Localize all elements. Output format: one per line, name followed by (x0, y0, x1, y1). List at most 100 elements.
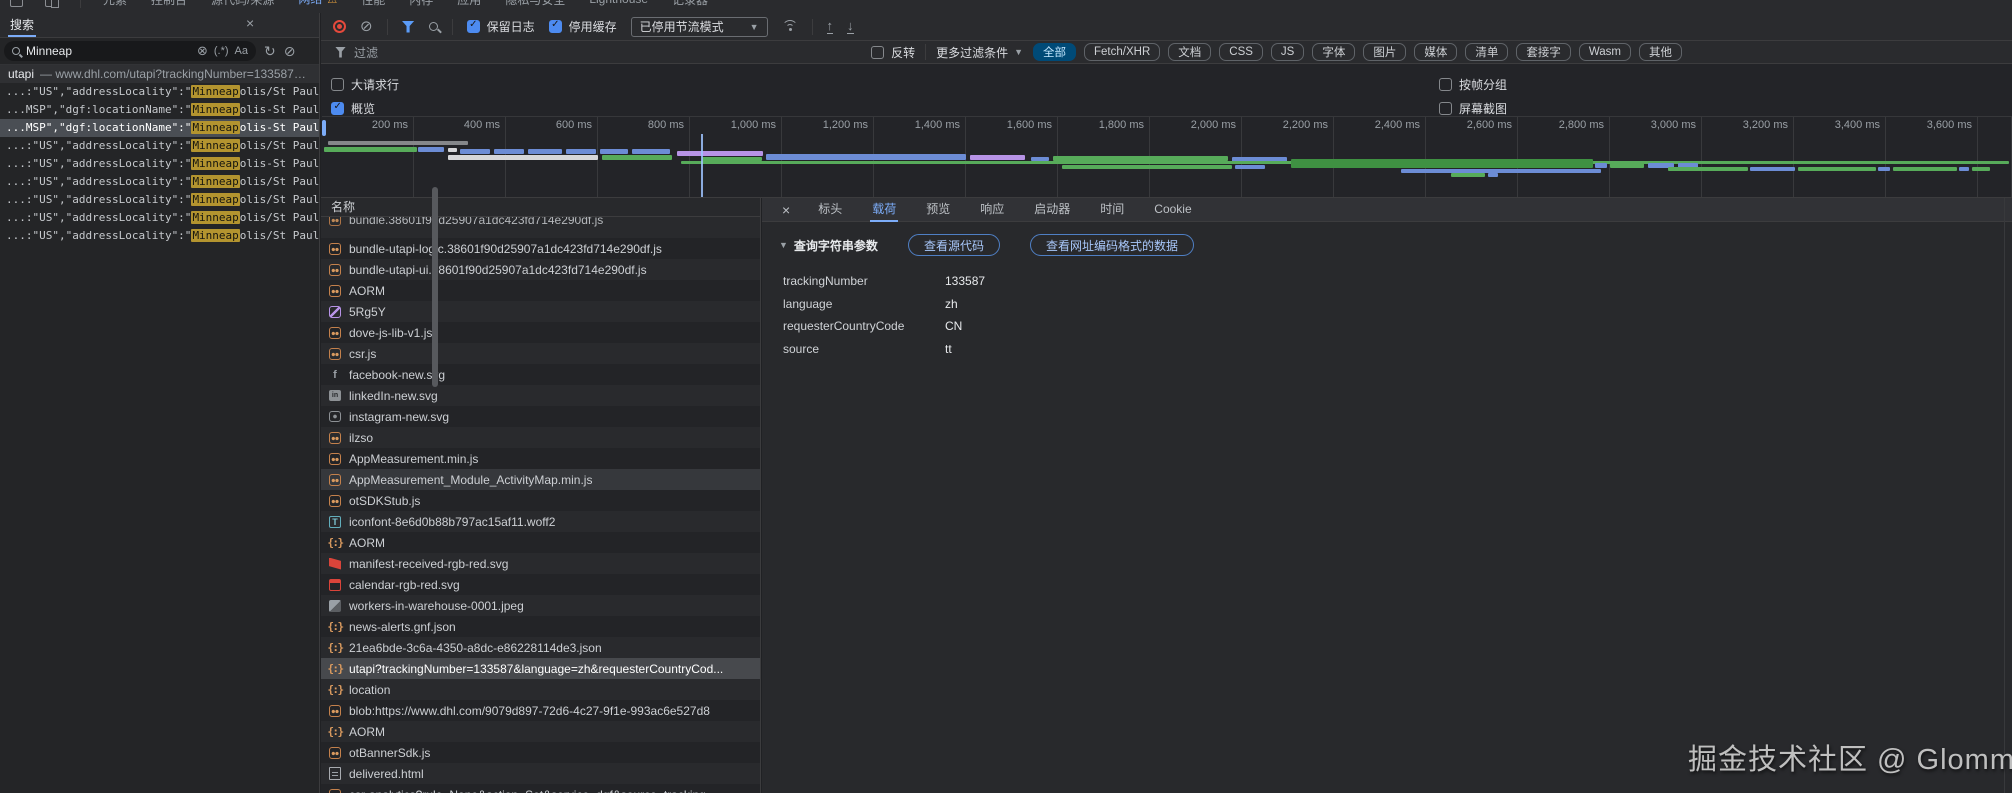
network-request-row[interactable]: manifest-received-rgb-red.svg (321, 553, 760, 574)
filter-chip-字体[interactable]: 字体 (1312, 43, 1356, 61)
network-request-row[interactable]: workers-in-warehouse-0001.jpeg (321, 595, 760, 616)
view-urlencoded-button[interactable]: 查看网址编码格式的数据 (1029, 234, 1194, 256)
import-har-icon[interactable]: ↑ (826, 19, 834, 34)
svg-red2-file-icon (329, 578, 341, 591)
filter-chip-媒体[interactable]: 媒体 (1414, 43, 1458, 61)
clear-network-log-icon[interactable]: ⊘ (360, 19, 373, 34)
network-request-row[interactable]: otSDKStub.js (321, 490, 760, 511)
search-result-row[interactable]: ...:"US","addressLocality":"Minneapolis-… (0, 155, 319, 173)
details-tab-响应[interactable]: 响应 (978, 198, 1006, 222)
filter-input[interactable]: 过滤 (335, 44, 861, 61)
search-result-row[interactable]: ...MSP","dgf:locationName":"Minneapolis-… (0, 119, 319, 137)
search-input[interactable]: Minneap ⊗ (.*) Aa (4, 41, 256, 61)
network-request-row[interactable]: instagram-new.svg (321, 406, 760, 427)
request-list-scrollbar[interactable] (432, 187, 438, 387)
details-tab-时间[interactable]: 时间 (1098, 198, 1126, 222)
network-request-row[interactable]: AORM (321, 532, 760, 553)
details-tab-Cookie[interactable]: Cookie (1152, 198, 1193, 222)
filter-chip-Wasm[interactable]: Wasm (1578, 43, 1631, 61)
network-request-row[interactable]: linkedIn-new.svg (321, 385, 760, 406)
clear-input-icon[interactable]: ⊗ (197, 43, 208, 59)
network-request-row[interactable]: calendar-rgb-red.svg (321, 574, 760, 595)
network-request-row[interactable]: AppMeasurement_Module_ActivityMap.min.js (321, 469, 760, 490)
devtools-tab-内存[interactable]: 内存 (409, 0, 433, 13)
network-request-row[interactable]: AORM (321, 721, 760, 742)
devtools-tab-性能[interactable]: 性能 (361, 0, 385, 13)
name-column-header[interactable]: 名称 (321, 198, 760, 217)
filter-icon[interactable] (401, 20, 415, 33)
network-request-row[interactable]: utapi?trackingNumber=133587&language=zh&… (321, 658, 760, 679)
devtools-tab-元素[interactable]: 元素 (103, 0, 127, 13)
filter-chip-套接字[interactable]: 套接字 (1516, 43, 1571, 61)
devtools-tab-隐私与安全[interactable]: 隐私与安全 (505, 0, 565, 13)
network-request-row[interactable]: otBannerSdk.js (321, 742, 760, 763)
close-icon[interactable]: × (246, 15, 254, 31)
invert-filter-checkbox[interactable]: 反转 (871, 44, 915, 61)
network-request-row[interactable]: 5Rg5Y (321, 301, 760, 322)
search-network-icon[interactable] (428, 22, 438, 31)
network-overview[interactable]: 大请求行 概览 按帧分组 屏幕截图 200 ms400 ms600 ms800 … (321, 64, 2012, 198)
devtools-tab-源代码/来源[interactable]: 源代码/来源 (211, 0, 274, 13)
details-tab-启动器[interactable]: 启动器 (1032, 198, 1072, 222)
network-request-row[interactable]: location (321, 679, 760, 700)
network-request-row[interactable]: AppMeasurement.min.js (321, 448, 760, 469)
network-request-row[interactable]: dove-js-lib-v1.js (321, 322, 760, 343)
search-result-row[interactable]: ...:"US","addressLocality":"Minneapolis/… (0, 227, 319, 245)
details-scrollbar-track[interactable] (2004, 198, 2005, 793)
filter-chip-CSS[interactable]: CSS (1219, 43, 1263, 61)
preserve-log-checkbox[interactable]: 保留日志 (466, 18, 535, 35)
timeline-drag-handle[interactable] (322, 120, 326, 136)
details-tab-标头[interactable]: 标头 (816, 198, 844, 222)
network-request-row[interactable]: bundle.38601f90d25907a1dc423fd714e290df.… (321, 217, 760, 238)
devtools-tab-记录器[interactable]: 记录器 (672, 0, 708, 13)
view-source-button[interactable]: 查看源代码 (907, 234, 1000, 256)
network-request-row[interactable]: ilzso (321, 427, 760, 448)
details-tab-预览[interactable]: 预览 (924, 198, 952, 222)
network-conditions-icon[interactable] (781, 20, 798, 33)
filter-chip-全部[interactable]: 全部 (1033, 43, 1077, 61)
filter-chip-JS[interactable]: JS (1270, 43, 1305, 61)
refresh-icon[interactable]: ↻ (264, 43, 276, 60)
inspect-element-icon[interactable] (10, 0, 23, 7)
search-result-row[interactable]: ...:"US","addressLocality":"Minneapolis/… (0, 173, 319, 191)
filter-chip-图片[interactable]: 图片 (1363, 43, 1407, 61)
record-icon[interactable] (333, 20, 346, 33)
filter-chip-Fetch/XHR[interactable]: Fetch/XHR (1084, 43, 1161, 61)
details-tab-载荷[interactable]: 载荷 (870, 198, 899, 222)
more-filters-dropdown[interactable]: 更多过滤条件 ▼ (936, 44, 1023, 61)
filter-chip-清单[interactable]: 清单 (1465, 43, 1509, 61)
network-request-row[interactable]: AORM (321, 280, 760, 301)
close-details-icon[interactable]: × (782, 202, 790, 218)
throttling-dropdown[interactable]: 已停用节流模式 ▼ (630, 16, 768, 37)
match-case-toggle[interactable]: Aa (235, 45, 248, 57)
query-params-section-title[interactable]: ▼ 查询字符串参数 (779, 237, 878, 254)
devtools-tab-控制台[interactable]: 控制台 (151, 0, 187, 13)
network-request-row[interactable]: iconfont-8e6d0b88b797ac15af11.woff2 (321, 511, 760, 532)
regex-toggle[interactable]: (.*) (214, 45, 229, 57)
network-request-row[interactable]: facebook-new.svg (321, 364, 760, 385)
device-toolbar-icon[interactable] (45, 0, 59, 8)
disable-cache-checkbox[interactable]: 停用缓存 (548, 18, 617, 35)
clear-results-icon[interactable]: ⊘ (284, 43, 296, 60)
network-request-row[interactable]: bundle-utapi-ui.38601f90d25907a1dc423fd7… (321, 259, 760, 280)
devtools-tab-Lighthouse[interactable]: Lighthouse (589, 0, 648, 12)
search-result-row[interactable]: ...:"US","addressLocality":"Minneapolis/… (0, 191, 319, 209)
search-query[interactable]: Minneap (26, 44, 191, 58)
devtools-tab-应用[interactable]: 应用 (457, 0, 481, 13)
network-request-row[interactable]: csr-analytics?rule=None&action=Set&servi… (321, 784, 760, 793)
network-request-row[interactable]: 21ea6bde-3c6a-4350-a8dc-e86228114de3.jso… (321, 637, 760, 658)
filter-chip-其他[interactable]: 其他 (1639, 43, 1682, 61)
network-request-row[interactable]: bundle-utapi-logic.38601f90d25907a1dc423… (321, 238, 760, 259)
devtools-tab-网络[interactable]: 网络⚠ (298, 0, 338, 13)
network-request-row[interactable]: news-alerts.gnf.json (321, 616, 760, 637)
search-result-row[interactable]: ...:"US","addressLocality":"Minneapolis/… (0, 83, 319, 101)
filter-chip-文档[interactable]: 文档 (1168, 43, 1212, 61)
network-request-row[interactable]: blob:https://www.dhl.com/9079d897-72d6-4… (321, 700, 760, 721)
search-result-row[interactable]: ...:"US","addressLocality":"Minneapolis/… (0, 137, 319, 155)
export-har-icon[interactable]: ↓ (847, 19, 854, 34)
search-result-row[interactable]: ...:"US","addressLocality":"Minneapolis/… (0, 209, 319, 227)
search-result-file-header[interactable]: utapi — www.dhl.com/utapi?trackingNumber… (0, 65, 319, 83)
network-request-row[interactable]: delivered.html (321, 763, 760, 784)
network-request-row[interactable]: csr.js (321, 343, 760, 364)
search-result-row[interactable]: ...MSP","dgf:locationName":"Minneapolis-… (0, 101, 319, 119)
